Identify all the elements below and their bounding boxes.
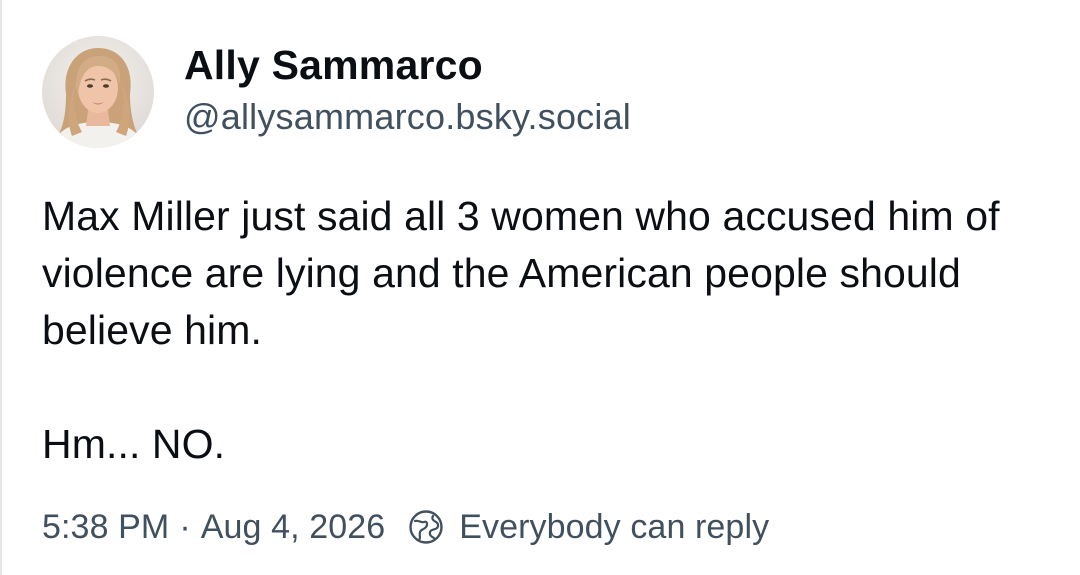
divider bbox=[0, 0, 2, 575]
post-header: Ally Sammarco @allysammarco.bsky.social bbox=[42, 36, 631, 148]
reply-setting[interactable]: Everybody can reply bbox=[459, 505, 769, 549]
author-identity[interactable]: Ally Sammarco @allysammarco.bsky.social bbox=[184, 41, 631, 139]
post-date[interactable]: Aug 4, 2026 bbox=[201, 505, 385, 549]
post-time[interactable]: 5:38 PM bbox=[42, 505, 169, 549]
post-text: Max Miller just said all 3 women who acc… bbox=[42, 188, 1052, 473]
display-name[interactable]: Ally Sammarco bbox=[184, 41, 631, 89]
post-paragraph: Hm... NO. bbox=[42, 421, 226, 467]
avatar[interactable] bbox=[42, 36, 154, 148]
meta-separator: · bbox=[179, 508, 191, 546]
post: Ally Sammarco @allysammarco.bsky.social … bbox=[0, 0, 1080, 575]
globe-icon bbox=[407, 508, 445, 546]
post-meta: 5:38 PM · Aug 4, 2026 Everybody can repl… bbox=[42, 505, 769, 549]
post-paragraph: Max Miller just said all 3 women who acc… bbox=[42, 193, 1000, 353]
profile-photo-icon bbox=[42, 36, 154, 148]
author-handle[interactable]: @allysammarco.bsky.social bbox=[184, 95, 631, 139]
